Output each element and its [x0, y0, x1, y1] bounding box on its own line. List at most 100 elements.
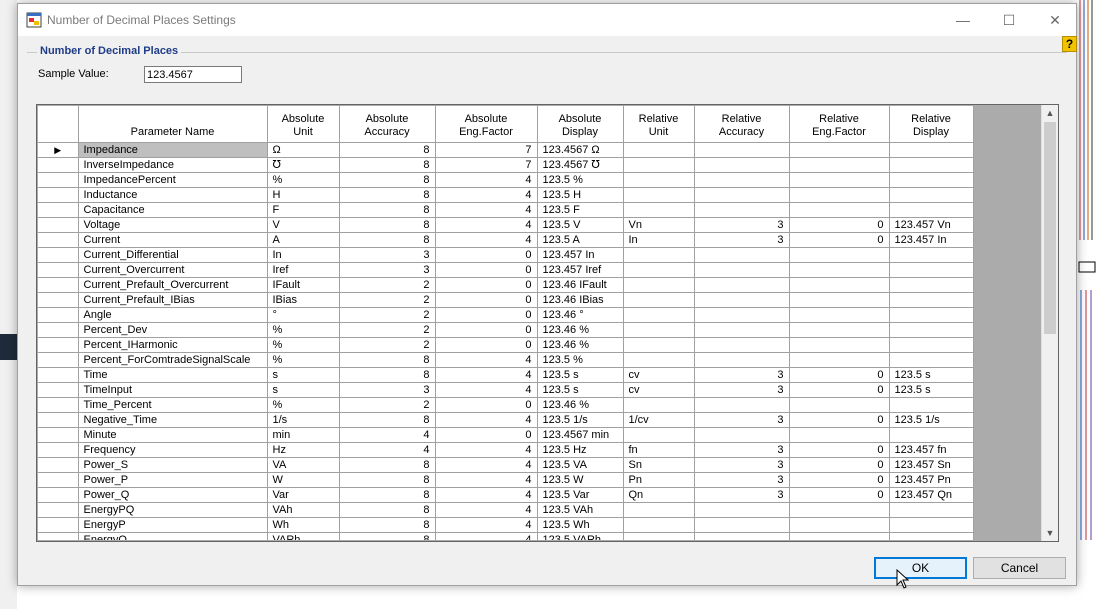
- row-indicator[interactable]: [38, 202, 79, 218]
- grid-cell[interactable]: 4: [435, 382, 538, 398]
- grid-cell[interactable]: 3: [694, 367, 790, 383]
- row-indicator[interactable]: [38, 412, 79, 428]
- grid-cell[interactable]: 123.46 °: [537, 307, 624, 323]
- row-indicator[interactable]: [38, 502, 79, 518]
- grid-cell[interactable]: 4: [435, 457, 538, 473]
- grid-cell[interactable]: [623, 202, 695, 218]
- grid-cell[interactable]: A: [267, 232, 340, 248]
- grid-cell[interactable]: Ω: [267, 142, 340, 158]
- grid-cell[interactable]: %: [267, 397, 340, 413]
- table-row[interactable]: EnergyQ VARh 8 4 123.5 VARh: [38, 532, 974, 540]
- grid-cell[interactable]: [694, 517, 790, 533]
- grid-cell[interactable]: 123.5 H: [537, 187, 624, 203]
- grid-cell[interactable]: 0: [435, 247, 538, 263]
- grid-cell[interactable]: Current_Prefault_Overcurrent: [78, 277, 268, 293]
- grid-cell[interactable]: 123.457 Sn: [889, 457, 974, 473]
- grid-cell[interactable]: [889, 292, 974, 308]
- grid-cell[interactable]: 123.457 Pn: [889, 472, 974, 488]
- grid-cell[interactable]: [789, 292, 890, 308]
- grid-cell[interactable]: 3: [694, 457, 790, 473]
- grid-cell[interactable]: 123.5 s: [537, 367, 624, 383]
- grid-cell[interactable]: 8: [339, 232, 436, 248]
- grid-cell[interactable]: [623, 172, 695, 188]
- grid-cell[interactable]: Power_Q: [78, 487, 268, 503]
- column-header[interactable]: Absolute Unit: [267, 106, 340, 143]
- grid-cell[interactable]: 3: [339, 262, 436, 278]
- grid-cell[interactable]: [889, 532, 974, 540]
- grid-cell[interactable]: EnergyP: [78, 517, 268, 533]
- grid-cell[interactable]: 0: [435, 427, 538, 443]
- grid-cell[interactable]: 123.46 %: [537, 322, 624, 338]
- grid-cell[interactable]: 4: [435, 472, 538, 488]
- grid-cell[interactable]: Voltage: [78, 217, 268, 233]
- grid-cell[interactable]: 4: [435, 202, 538, 218]
- grid-cell[interactable]: Power_S: [78, 457, 268, 473]
- grid-cell[interactable]: [889, 397, 974, 413]
- grid-cell[interactable]: [694, 247, 790, 263]
- grid-cell[interactable]: Minute: [78, 427, 268, 443]
- grid-cell[interactable]: [789, 352, 890, 368]
- grid-cell[interactable]: 8: [339, 502, 436, 518]
- grid-cell[interactable]: [694, 337, 790, 353]
- grid-cell[interactable]: 8: [339, 157, 436, 173]
- row-indicator[interactable]: [38, 442, 79, 458]
- grid-cell[interactable]: [889, 247, 974, 263]
- table-row[interactable]: Time_Percent% 2 0 123.46 %: [38, 397, 974, 413]
- grid-cell[interactable]: [623, 502, 695, 518]
- grid-cell[interactable]: [889, 337, 974, 353]
- grid-cell[interactable]: 0: [435, 397, 538, 413]
- grid-cell[interactable]: [623, 427, 695, 443]
- grid-cell[interactable]: [623, 142, 695, 158]
- row-indicator[interactable]: [38, 187, 79, 203]
- grid-cell[interactable]: Inductance: [78, 187, 268, 203]
- row-indicator[interactable]: [38, 322, 79, 338]
- grid-cell[interactable]: 0: [435, 337, 538, 353]
- table-row[interactable]: ImpedancePercent% 8 4 123.5 %: [38, 172, 974, 188]
- grid-cell[interactable]: 4: [435, 502, 538, 518]
- grid-cell[interactable]: H: [267, 187, 340, 203]
- grid-cell[interactable]: Iref: [267, 262, 340, 278]
- grid-cell[interactable]: 123.5 V: [537, 217, 624, 233]
- grid-cell[interactable]: [694, 307, 790, 323]
- grid-cell[interactable]: s: [267, 382, 340, 398]
- grid-cell[interactable]: 0: [435, 277, 538, 293]
- grid-cell[interactable]: [789, 322, 890, 338]
- column-header[interactable]: Absolute Accuracy: [339, 106, 436, 143]
- grid-cell[interactable]: 3: [694, 442, 790, 458]
- grid-cell[interactable]: [623, 397, 695, 413]
- grid-cell[interactable]: 4: [435, 187, 538, 203]
- grid-cell[interactable]: [889, 277, 974, 293]
- grid-cell[interactable]: cv: [623, 367, 695, 383]
- grid-cell[interactable]: 8: [339, 517, 436, 533]
- grid-cell[interactable]: 1/s: [267, 412, 340, 428]
- grid-cell[interactable]: cv: [623, 382, 695, 398]
- grid-cell[interactable]: [889, 307, 974, 323]
- grid-cell[interactable]: Hz: [267, 442, 340, 458]
- row-indicator[interactable]: [38, 217, 79, 233]
- grid-cell[interactable]: [694, 292, 790, 308]
- grid-cell[interactable]: 123.5 Hz: [537, 442, 624, 458]
- grid-cell[interactable]: 0: [789, 457, 890, 473]
- table-row[interactable]: Time s 8 4 123.5 s cv 3 0 123.5 s: [38, 367, 974, 383]
- grid-cell[interactable]: 4: [435, 232, 538, 248]
- grid-cell[interactable]: [623, 187, 695, 203]
- table-row[interactable]: Percent_ForComtradeSignalScale% 8 4 123.5 %: [38, 352, 974, 368]
- grid-cell[interactable]: 4: [435, 352, 538, 368]
- table-row[interactable]: Current_Overcurrent Iref 3 0 123.457 Iref: [38, 262, 974, 278]
- row-indicator[interactable]: [38, 247, 79, 263]
- grid-cell[interactable]: [623, 292, 695, 308]
- grid-cell[interactable]: [623, 262, 695, 278]
- grid-cell[interactable]: [889, 352, 974, 368]
- grid-cell[interactable]: 8: [339, 472, 436, 488]
- grid-cell[interactable]: Current_Overcurrent: [78, 262, 268, 278]
- grid-cell[interactable]: 3: [694, 412, 790, 428]
- sample-value-input[interactable]: [144, 66, 242, 83]
- grid-cell[interactable]: [889, 517, 974, 533]
- ok-button[interactable]: OK: [874, 557, 967, 579]
- grid-cell[interactable]: Time: [78, 367, 268, 383]
- grid-cell[interactable]: [623, 307, 695, 323]
- grid-cell[interactable]: 7: [435, 142, 538, 158]
- grid-cell[interactable]: 123.5 VARh: [537, 532, 624, 540]
- grid-cell[interactable]: 123.5 Var: [537, 487, 624, 503]
- grid-cell[interactable]: 123.5 W: [537, 472, 624, 488]
